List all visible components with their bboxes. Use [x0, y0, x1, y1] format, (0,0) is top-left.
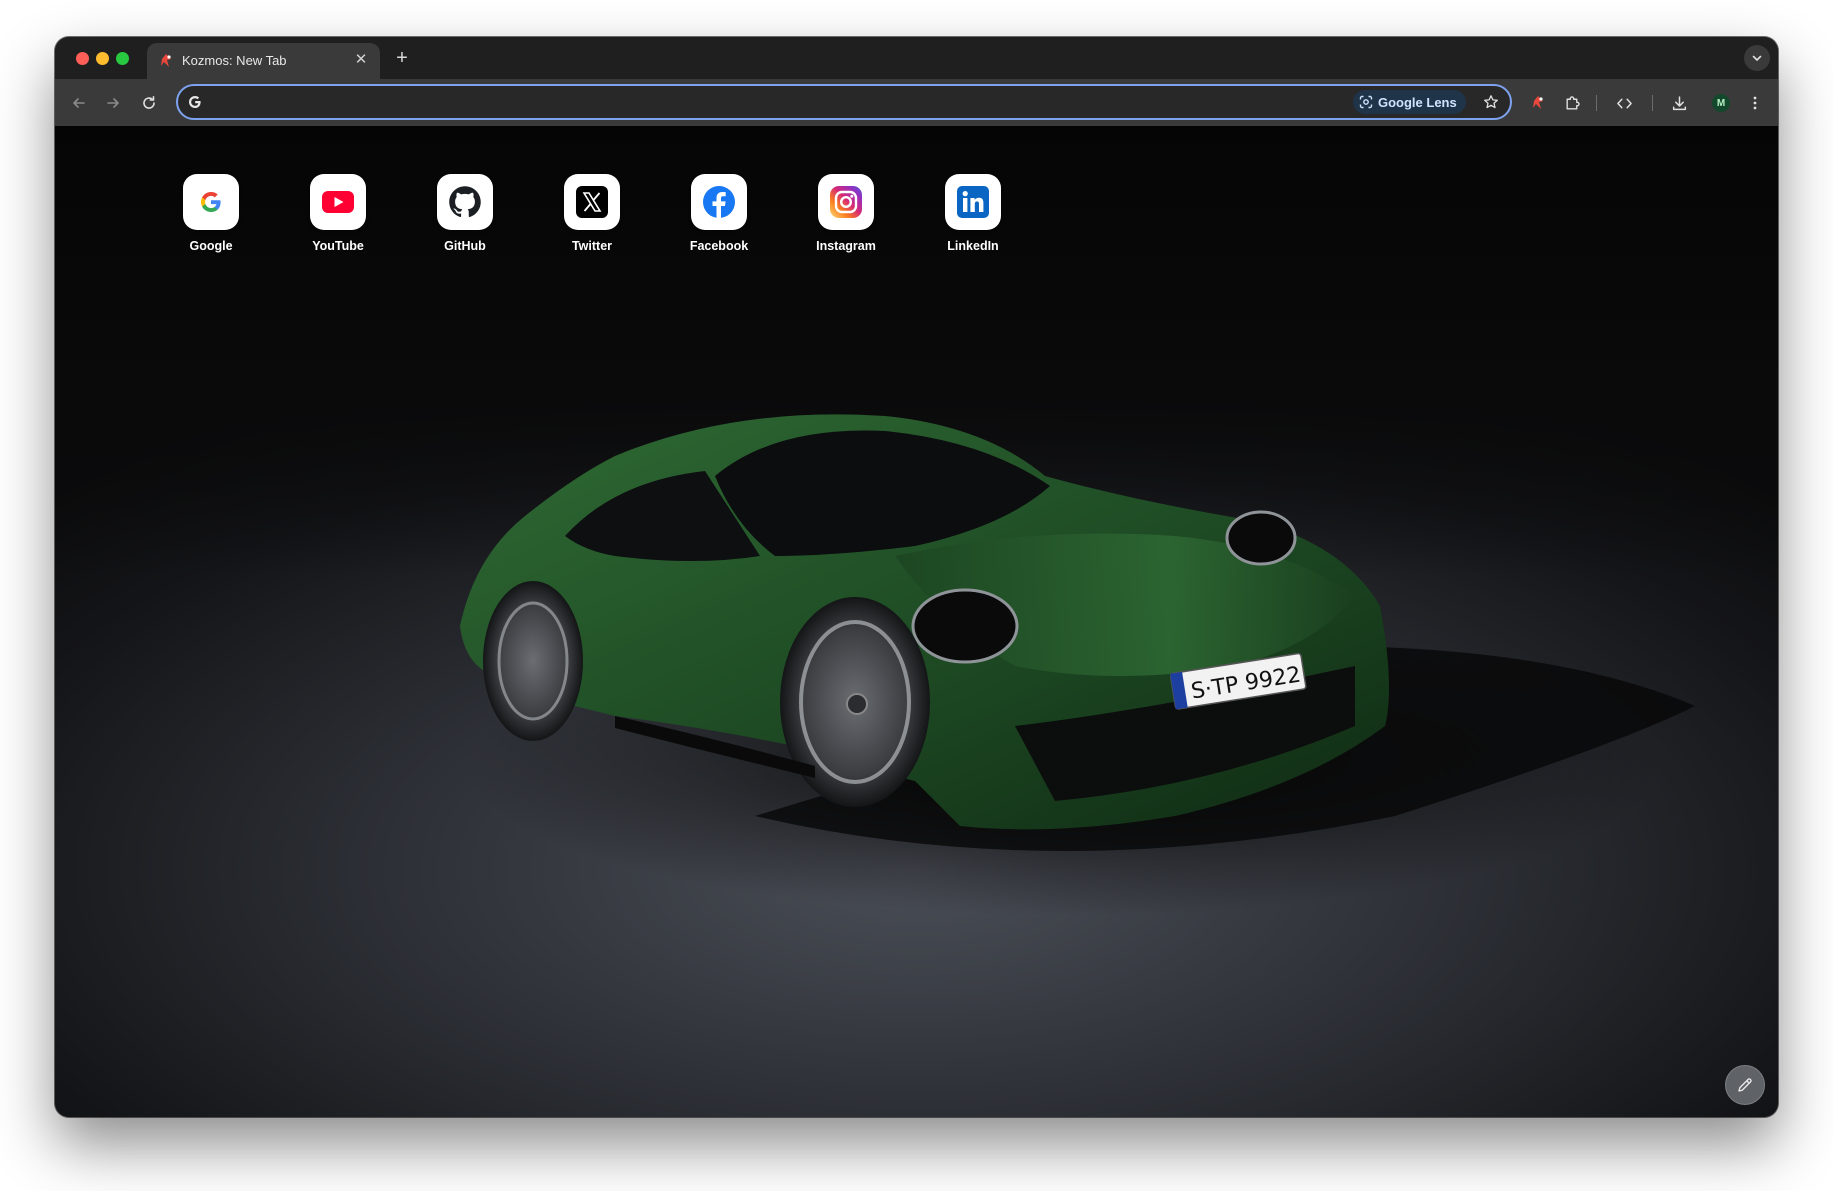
shortcut-label: LinkedIn: [947, 239, 999, 253]
arrow-right-icon: [107, 98, 119, 108]
reload-icon: [143, 96, 155, 109]
shortcut-tile[interactable]: [437, 174, 493, 230]
shortcut-tile[interactable]: [691, 174, 747, 230]
youtube-icon: [322, 191, 354, 213]
browser-window: Kozmos: New Tab ✕ + Google Lens M S·TP 9…: [55, 37, 1778, 1117]
profile-avatar[interactable]: M: [1712, 94, 1730, 112]
shortcut-tile[interactable]: [183, 174, 239, 230]
shortcut-twitter[interactable]: Twitter: [564, 174, 620, 253]
linkedin-icon: [957, 186, 989, 218]
tab-title: Kozmos: New Tab: [182, 53, 287, 68]
toolbar-divider: [1652, 95, 1653, 111]
address-input[interactable]: [214, 91, 1214, 113]
arrow-left-icon: [73, 98, 85, 108]
car-front-wheel-hub: [846, 693, 868, 715]
shortcut-label: Instagram: [816, 239, 876, 253]
google-icon: [201, 192, 221, 212]
shortcut-label: GitHub: [444, 239, 486, 253]
instagram-icon: [830, 186, 862, 218]
star-icon: [1484, 95, 1498, 109]
download-icon: [1672, 95, 1686, 110]
minimize-window-button[interactable]: [96, 52, 109, 65]
lens-icon: [1359, 95, 1373, 109]
forward-button[interactable]: [99, 89, 127, 117]
toolbar: Google Lens M: [55, 79, 1778, 126]
kozmos-icon: [1533, 96, 1543, 109]
shortcut-label: Facebook: [689, 239, 749, 253]
tab-new-tab[interactable]: Kozmos: New Tab ✕: [147, 43, 380, 79]
shortcut-label: Google: [189, 239, 233, 253]
shortcut-tile[interactable]: [310, 174, 366, 230]
downloads-button[interactable]: [1665, 89, 1693, 117]
customize-button[interactable]: [1725, 1065, 1765, 1105]
bookmark-button[interactable]: [1480, 91, 1502, 113]
kozmos-icon: [161, 54, 171, 67]
toolbar-divider: [1596, 95, 1597, 111]
shortcut-facebook[interactable]: Facebook: [690, 174, 748, 253]
extensions-button[interactable]: [1558, 89, 1586, 117]
close-window-button[interactable]: [76, 52, 89, 65]
reload-button[interactable]: [135, 89, 163, 117]
shortcut-github[interactable]: GitHub: [437, 174, 493, 253]
github-icon: [449, 186, 481, 218]
chevron-down-icon: [1752, 55, 1762, 62]
background-car-image: S·TP 9922: [460, 414, 1695, 916]
shortcut-label: Twitter: [571, 239, 613, 253]
pencil-icon: [1738, 1078, 1752, 1092]
code-icon: [1616, 98, 1632, 108]
car-headlight-right: [1225, 510, 1297, 566]
google-lens-button[interactable]: Google Lens: [1353, 90, 1466, 114]
kozmos-extension-button[interactable]: [1524, 89, 1552, 117]
shortcut-linkedin[interactable]: LinkedIn: [945, 174, 1001, 253]
new-tab-page: S·TP 9922 Google YouTube GitHub Twitter …: [55, 126, 1778, 1117]
shortcut-tile[interactable]: [818, 174, 874, 230]
tab-strip: Kozmos: New Tab ✕ +: [55, 37, 1778, 79]
shortcut-label: YouTube: [312, 239, 364, 253]
address-bar[interactable]: Google Lens: [176, 84, 1512, 120]
shortcut-google[interactable]: Google: [183, 174, 239, 253]
zoom-window-button[interactable]: [116, 52, 129, 65]
shortcuts-grid: Google YouTube GitHub Twitter Facebook I…: [183, 174, 1001, 253]
shortcut-instagram[interactable]: Instagram: [816, 174, 876, 253]
google-g-icon: [189, 96, 201, 108]
devtools-button[interactable]: [1610, 89, 1638, 117]
tab-close-icon[interactable]: ✕: [352, 51, 370, 69]
menu-button[interactable]: [1741, 89, 1769, 117]
kebab-menu-icon: [1753, 96, 1757, 110]
puzzle-icon: [1565, 95, 1580, 110]
new-tab-button[interactable]: +: [389, 45, 415, 71]
car-headlight-left: [911, 588, 1019, 664]
back-button[interactable]: [65, 89, 93, 117]
google-lens-label: Google Lens: [1378, 94, 1457, 110]
shortcut-tile[interactable]: [564, 174, 620, 230]
x-twitter-icon: [576, 186, 608, 218]
shortcut-youtube[interactable]: YouTube: [310, 174, 366, 253]
shortcut-tile[interactable]: [945, 174, 1001, 230]
facebook-icon: [703, 186, 735, 218]
tab-search-button[interactable]: [1744, 45, 1770, 71]
